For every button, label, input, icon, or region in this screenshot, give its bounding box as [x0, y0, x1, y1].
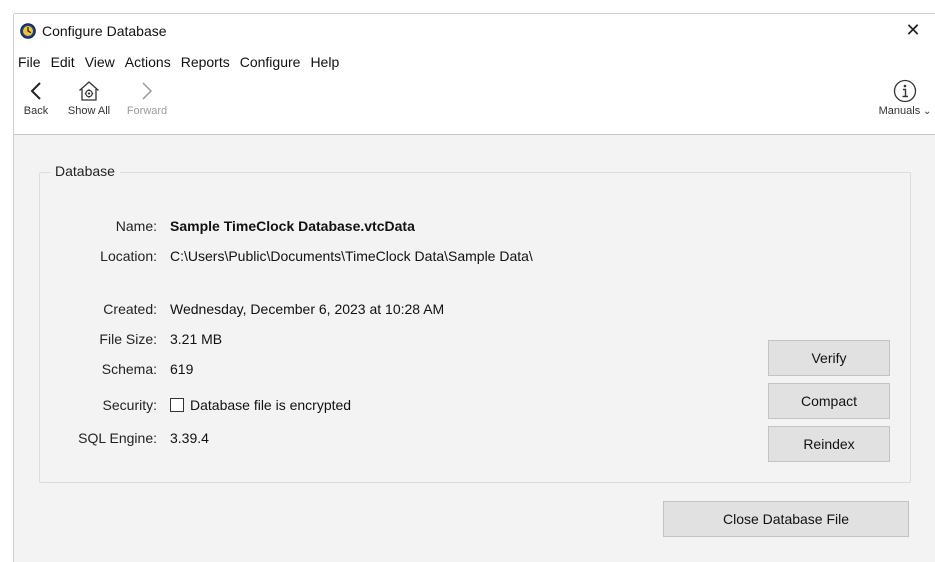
close-database-file-button[interactable]: Close Database File: [663, 501, 909, 537]
file-size-label: File Size:: [99, 331, 157, 347]
show-all-button[interactable]: Show All: [62, 78, 116, 117]
configure-database-window: Configure Database ✕ File Edit View Acti…: [14, 14, 935, 562]
schema-value: 619: [170, 361, 194, 377]
menu-actions[interactable]: Actions: [120, 51, 176, 73]
back-button[interactable]: Back: [18, 78, 54, 117]
compact-button[interactable]: Compact: [768, 383, 890, 419]
show-all-label: Show All: [67, 105, 111, 117]
menu-file[interactable]: File: [14, 51, 46, 73]
content-area: Database Name: Sample TimeClock Database…: [14, 135, 935, 562]
forward-button[interactable]: Forward: [122, 78, 172, 117]
menu-configure[interactable]: Configure: [235, 51, 306, 73]
title-bar: Configure Database ✕: [14, 14, 935, 48]
schema-label: Schema:: [101, 361, 157, 377]
menu-help[interactable]: Help: [305, 51, 344, 73]
database-group-title: Database: [50, 163, 120, 179]
manuals-label: Manuals ⌄: [874, 105, 935, 117]
sql-engine-value: 3.39.4: [170, 430, 209, 446]
chevron-left-icon: [18, 78, 54, 104]
back-label: Back: [23, 105, 49, 117]
name-label: Name:: [115, 218, 157, 234]
timeclock-app-icon: [20, 23, 36, 39]
file-size-value: 3.21 MB: [170, 331, 223, 347]
info-icon: [874, 78, 935, 104]
encrypted-checkbox[interactable]: [170, 398, 184, 412]
close-icon[interactable]: ✕: [903, 20, 923, 40]
menu-edit[interactable]: Edit: [46, 51, 80, 73]
manuals-button[interactable]: Manuals ⌄: [874, 78, 935, 117]
verify-button[interactable]: Verify: [768, 340, 890, 376]
forward-label: Forward: [126, 105, 168, 117]
location-value: C:\Users\Public\Documents\TimeClock Data…: [170, 248, 533, 264]
created-value: Wednesday, December 6, 2023 at 10:28 AM: [170, 301, 445, 317]
toolbar: Back Show All Forward Manuals ⌄: [14, 74, 935, 134]
manuals-text: Manuals: [878, 105, 921, 117]
created-label: Created:: [103, 301, 157, 317]
house-gear-icon: [62, 78, 116, 104]
chevron-down-icon: ⌄: [920, 106, 932, 117]
menu-view[interactable]: View: [80, 51, 120, 73]
reindex-button[interactable]: Reindex: [768, 426, 890, 462]
location-label: Location:: [100, 248, 157, 264]
window-title: Configure Database: [42, 23, 167, 39]
menu-reports[interactable]: Reports: [176, 51, 235, 73]
menu-bar: File Edit View Actions Reports Configure…: [14, 51, 344, 73]
sql-engine-label: SQL Engine:: [78, 430, 157, 446]
chevron-right-icon: [122, 78, 172, 104]
encrypted-checkbox-label[interactable]: Database file is encrypted: [190, 397, 351, 413]
security-label: Security:: [102, 397, 157, 413]
name-value: Sample TimeClock Database.vtcData: [170, 218, 415, 234]
